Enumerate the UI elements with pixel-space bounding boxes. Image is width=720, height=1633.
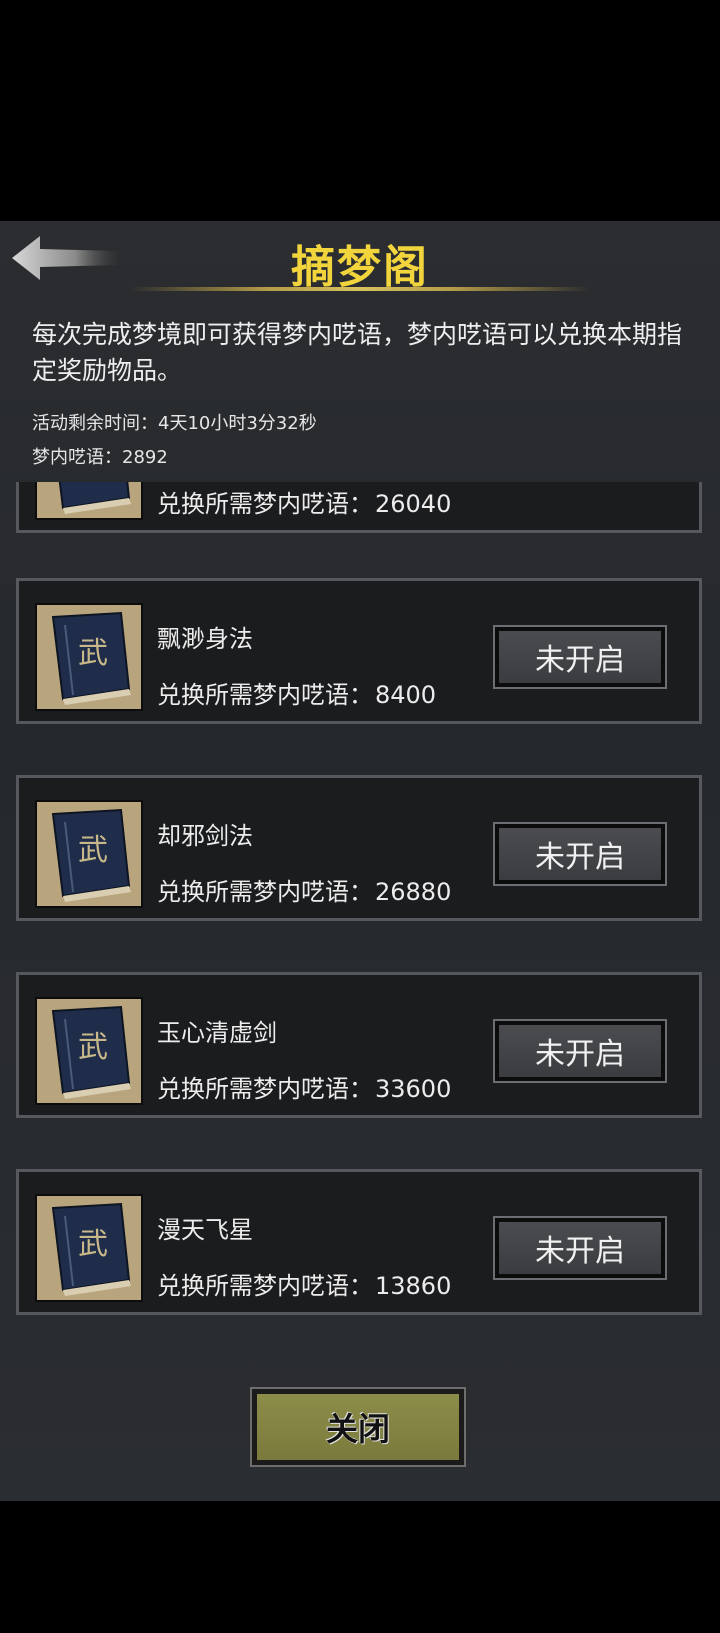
list-item: 武 玉心清虚剑 兑换所需梦内呓语：33600 未开启 (16, 972, 702, 1118)
item-cost: 兑换所需梦内呓语：33600 (157, 1069, 451, 1104)
close-button-label: 关闭 (257, 1394, 459, 1460)
currency-balance: 梦内呓语：2892 (32, 443, 168, 469)
martial-book-icon: 武 (35, 800, 143, 908)
reward-list[interactable]: 武 兑换所需梦内呓语：26040 武 飘渺身法 兑换所需梦内呓语：8400 (0, 482, 720, 1501)
currency-label: 梦内呓语： (32, 447, 122, 468)
cost-value: 8400 (375, 681, 437, 709)
item-cost: 兑换所需梦内呓语：13860 (157, 1266, 451, 1301)
svg-text:武: 武 (78, 1031, 108, 1064)
cost-label: 兑换所需梦内呓语： (157, 1272, 373, 1300)
redeem-button-label: 未开启 (499, 631, 661, 683)
svg-text:武: 武 (78, 1228, 108, 1261)
time-remaining-value: 4天10小时3分32秒 (158, 413, 317, 434)
cost-label: 兑换所需梦内呓语： (157, 1075, 373, 1103)
cost-value: 26040 (375, 490, 452, 518)
cost-label: 兑换所需梦内呓语： (157, 490, 373, 518)
list-item: 武 却邪剑法 兑换所需梦内呓语：26880 未开启 (16, 775, 702, 921)
title-underline (130, 287, 590, 291)
item-name: 漫天飞星 (157, 1216, 253, 1244)
redeem-button[interactable]: 未开启 (493, 1019, 667, 1083)
martial-book-icon: 武 (35, 997, 143, 1105)
redeem-button-label: 未开启 (499, 828, 661, 880)
cost-value: 33600 (375, 1075, 452, 1103)
cost-label: 兑换所需梦内呓语： (157, 878, 373, 906)
list-item: 武 兑换所需梦内呓语：26040 (16, 482, 702, 533)
item-name: 却邪剑法 (157, 822, 253, 850)
cost-label: 兑换所需梦内呓语： (157, 681, 373, 709)
close-button[interactable]: 关闭 (250, 1387, 466, 1467)
item-name: 飘渺身法 (157, 625, 253, 653)
redeem-button[interactable]: 未开启 (493, 625, 667, 689)
item-cost: 兑换所需梦内呓语：26880 (157, 872, 451, 907)
svg-text:武: 武 (78, 637, 108, 670)
redeem-button-label: 未开启 (499, 1025, 661, 1077)
martial-book-icon: 武 (35, 1194, 143, 1302)
list-item: 武 漫天飞星 兑换所需梦内呓语：13860 未开启 (16, 1169, 702, 1315)
page-title: 摘梦阁 (291, 242, 429, 293)
list-item: 武 飘渺身法 兑换所需梦内呓语：8400 未开启 (16, 578, 702, 724)
currency-value: 2892 (122, 447, 168, 468)
time-remaining: 活动剩余时间：4天10小时3分32秒 (32, 409, 317, 435)
event-description: 每次完成梦境即可获得梦内呓语，梦内呓语可以兑换本期指定奖励物品。 (32, 320, 683, 385)
svg-text:武: 武 (78, 834, 108, 867)
item-name: 玉心清虚剑 (157, 1019, 277, 1047)
time-remaining-label: 活动剩余时间： (32, 413, 158, 434)
martial-book-icon: 武 (35, 603, 143, 711)
redeem-button[interactable]: 未开启 (493, 1216, 667, 1280)
cost-value: 13860 (375, 1272, 452, 1300)
item-cost: 兑换所需梦内呓语：26040 (157, 484, 451, 519)
item-cost: 兑换所需梦内呓语：8400 (157, 675, 436, 710)
cost-value: 26880 (375, 878, 452, 906)
redeem-button[interactable]: 未开启 (493, 822, 667, 886)
martial-book-icon: 武 (35, 482, 143, 520)
exchange-panel: 摘梦阁 每次完成梦境即可获得梦内呓语，梦内呓语可以兑换本期指定奖励物品。 活动剩… (0, 221, 720, 1501)
redeem-button-label: 未开启 (499, 1222, 661, 1274)
